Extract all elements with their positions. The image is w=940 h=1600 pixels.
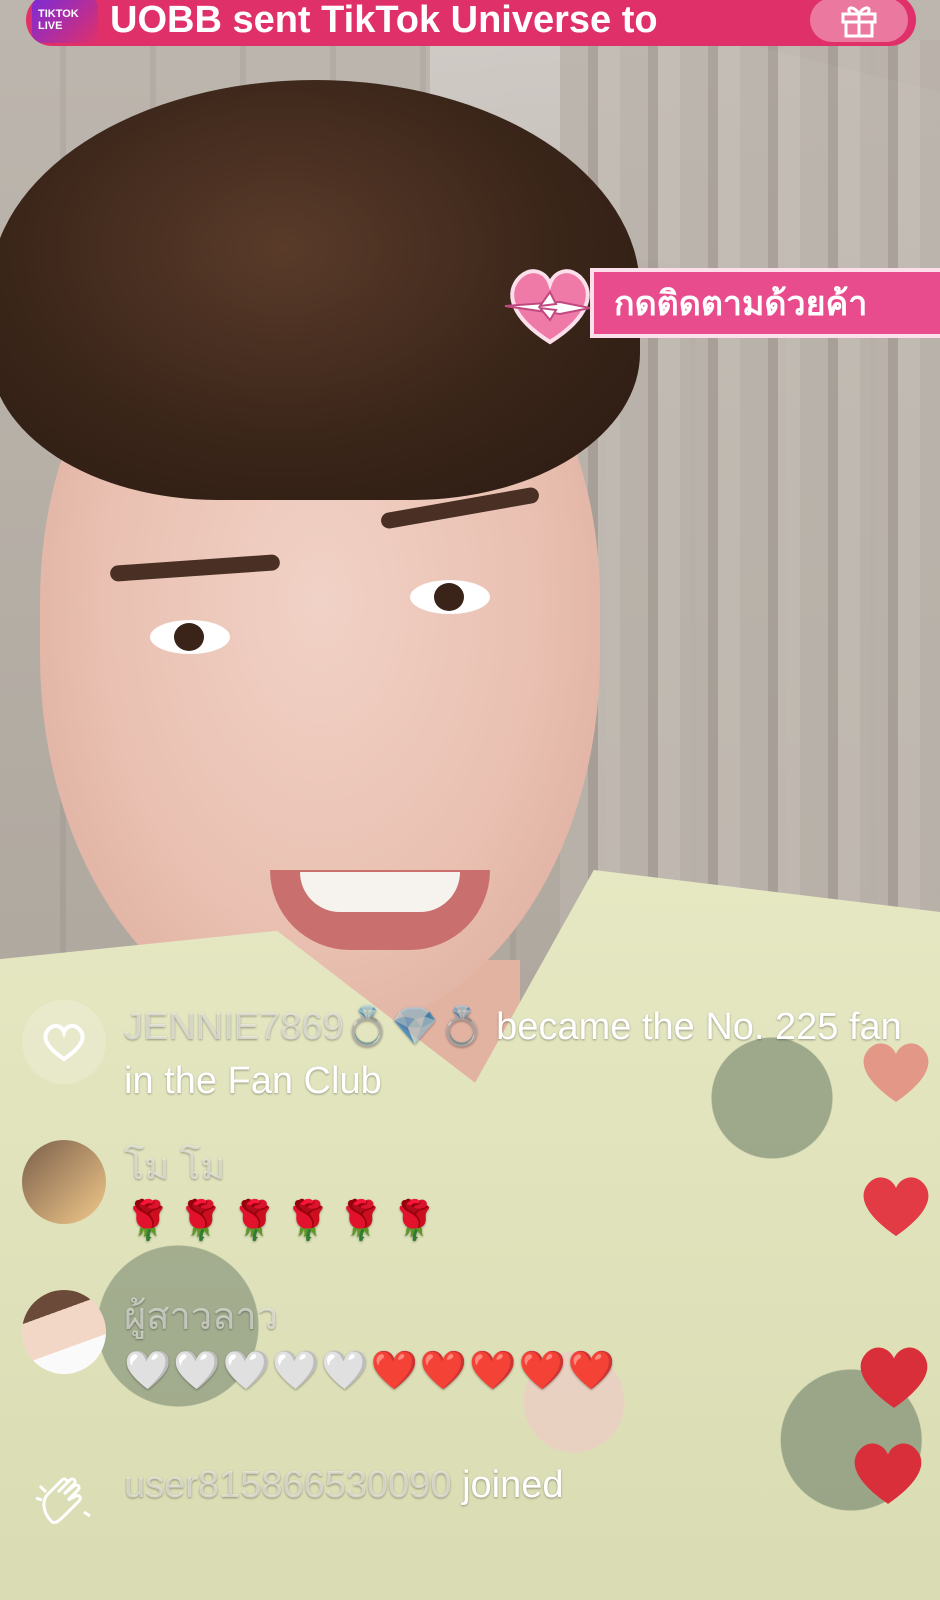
tiktok-live-logo: TIKTOK LIVE — [32, 0, 98, 43]
gift-button[interactable] — [810, 0, 908, 42]
plane-heart-icon — [504, 269, 591, 345]
curtain — [560, 40, 940, 960]
chat-text: JENNIE7869💍💎💍 became the No. 225 fan in … — [124, 1000, 904, 1108]
floating-heart-icon — [863, 1043, 929, 1102]
chat-body: 🌹🌹🌹🌹🌹🌹 — [124, 1200, 444, 1242]
floating-heart-icon — [854, 1443, 922, 1504]
floating-heart-icon — [860, 1347, 928, 1408]
wave-hand-icon — [22, 1458, 106, 1542]
chat-username[interactable]: JENNIE7869💍💎💍 — [124, 1006, 486, 1048]
chat-text: user815866530090 joined — [124, 1458, 564, 1542]
chat-body: 🤍🤍🤍🤍🤍❤️❤️❤️❤️❤️ — [124, 1350, 618, 1392]
follow-sticker: กดติดตามด้วยค้า — [500, 262, 940, 346]
teeth — [300, 872, 460, 912]
gift-banner[interactable]: TIKTOK LIVE UOBB sent TikTok Universe to — [26, 0, 916, 46]
chat-message-1: โม โม 🌹🌹🌹🌹🌹🌹 — [22, 1140, 444, 1248]
chat-message-2: ผู้สาวลาว 🤍🤍🤍🤍🤍❤️❤️❤️❤️❤️ — [22, 1290, 617, 1398]
right-eye — [410, 580, 490, 614]
fan-club-icon — [22, 1000, 106, 1084]
gift-message: UOBB sent TikTok Universe to — [110, 0, 658, 41]
chat-username[interactable]: โม โม — [124, 1140, 444, 1194]
avatar[interactable] — [22, 1140, 106, 1224]
tiktok-live-logo-text: TIKTOK LIVE — [38, 8, 79, 32]
avatar[interactable] — [22, 1290, 106, 1374]
chat-username[interactable]: ผู้สาวลาว — [124, 1290, 617, 1344]
chat-message-fanclub: JENNIE7869💍💎💍 became the No. 225 fan in … — [22, 1000, 904, 1108]
chat-message-joined: user815866530090 joined — [22, 1458, 564, 1542]
chat-text: โม โม 🌹🌹🌹🌹🌹🌹 — [124, 1140, 444, 1248]
gift-icon — [841, 6, 877, 38]
chat-username[interactable]: user815866530090 — [124, 1464, 452, 1506]
left-eye — [150, 620, 230, 654]
floating-heart-icon — [863, 1177, 929, 1236]
follow-sticker-text: กดติดตามด้วยค้า — [590, 268, 940, 338]
chat-text: ผู้สาวลาว 🤍🤍🤍🤍🤍❤️❤️❤️❤️❤️ — [124, 1290, 617, 1398]
chat-body: joined — [451, 1464, 564, 1506]
